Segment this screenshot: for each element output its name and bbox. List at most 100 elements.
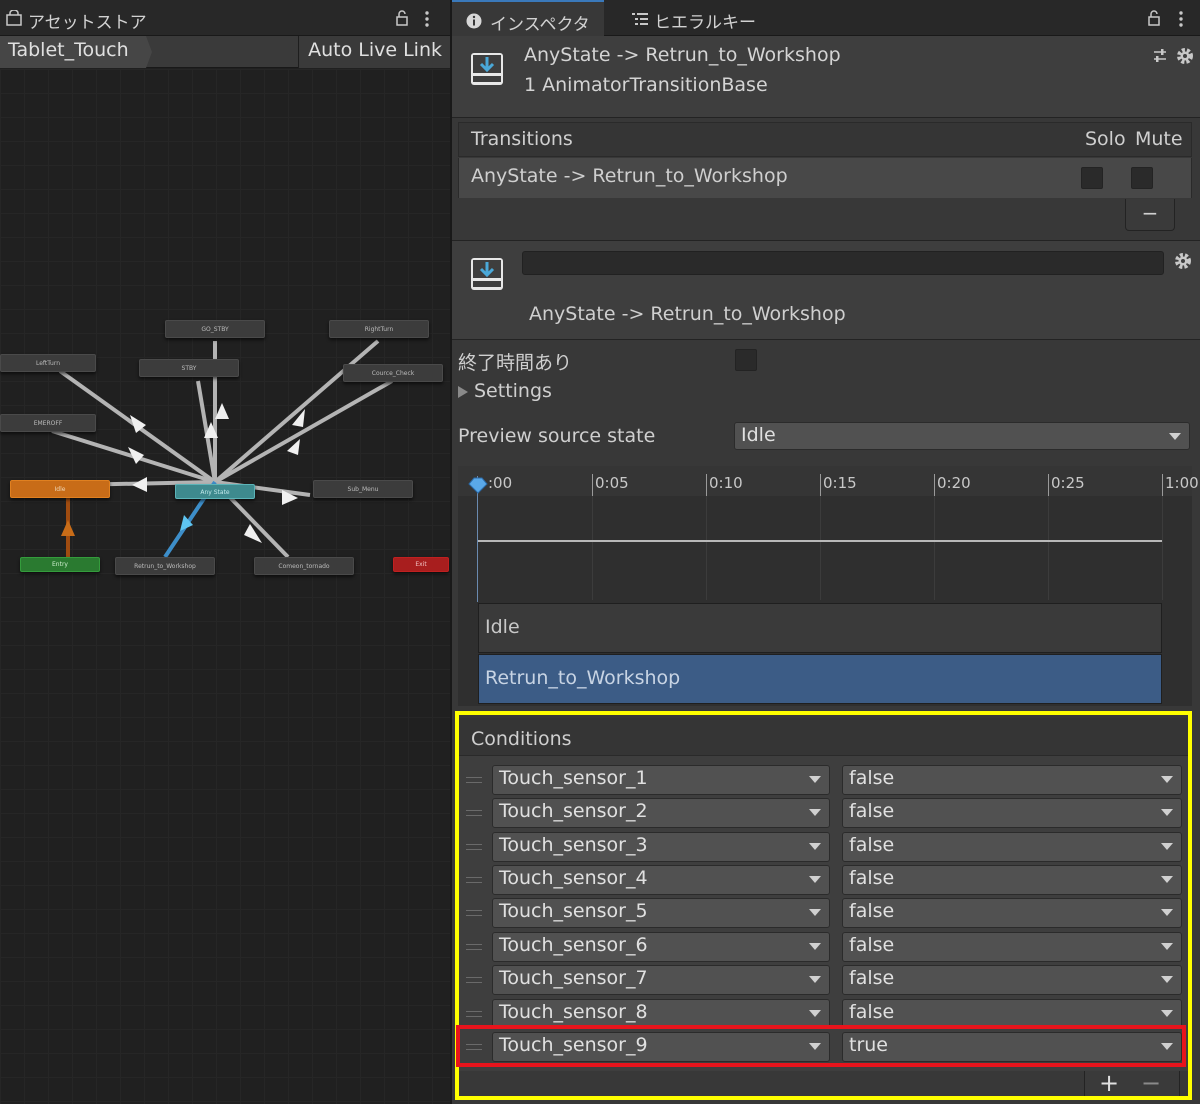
transition-row[interactable]: AnyState -> Retrun_to_Workshop <box>458 158 1192 198</box>
remove-transition-button[interactable]: − <box>1125 199 1175 231</box>
condition-value-dropdown[interactable]: false <box>842 765 1182 795</box>
condition-parameter-dropdown[interactable]: Touch_sensor_4 <box>492 865 830 895</box>
condition-row[interactable]: Touch_sensor_9 true <box>458 1032 1188 1062</box>
animator-tab-bar: アセットストア <box>0 0 450 36</box>
inspector-tab-bar: インスペクター ヒエラルキー <box>452 0 1200 60</box>
preview-source-label: Preview source state <box>458 425 656 447</box>
condition-parameter-dropdown[interactable]: Touch_sensor_7 <box>492 965 830 995</box>
lock-icon[interactable] <box>394 10 410 26</box>
gear-icon[interactable] <box>1174 252 1192 270</box>
condition-value-dropdown[interactable]: false <box>842 898 1182 928</box>
state-comeon-tornado[interactable]: Comeon_tornado <box>254 557 354 575</box>
drag-handle-icon[interactable] <box>466 1011 482 1017</box>
preset-icon[interactable] <box>1152 48 1168 64</box>
condition-row[interactable]: Touch_sensor_2 false <box>458 798 1188 828</box>
condition-value-dropdown[interactable]: false <box>842 932 1182 962</box>
condition-value-dropdown[interactable]: false <box>842 798 1182 828</box>
chevron-down-icon <box>1161 809 1173 816</box>
tab-hierarchy[interactable]: ヒエラルキー <box>620 0 770 36</box>
condition-parameter-value: Touch_sensor_3 <box>499 834 648 856</box>
mute-checkbox[interactable] <box>1131 167 1153 189</box>
condition-parameter-value: Touch_sensor_6 <box>499 934 648 956</box>
lock-icon[interactable] <box>1146 10 1162 26</box>
state-entry[interactable]: Entry <box>20 557 100 572</box>
drag-handle-icon[interactable] <box>466 910 482 916</box>
drag-handle-icon[interactable] <box>466 944 482 950</box>
condition-row[interactable]: Touch_sensor_4 false <box>458 865 1188 895</box>
chevron-down-icon <box>809 876 821 883</box>
condition-row[interactable]: Touch_sensor_8 false <box>458 999 1188 1029</box>
drag-handle-icon[interactable] <box>466 777 482 783</box>
remove-condition-button[interactable]: − <box>1141 1069 1161 1097</box>
preview-source-dropdown[interactable]: Idle <box>734 422 1190 450</box>
auto-live-link-button[interactable]: Auto Live Link <box>298 36 450 68</box>
drag-handle-icon[interactable] <box>466 1044 482 1050</box>
tick-label: 0:10 <box>709 474 743 492</box>
condition-value-dropdown[interactable]: false <box>842 832 1182 862</box>
drag-handle-icon[interactable] <box>466 844 482 850</box>
condition-row[interactable]: Touch_sensor_1 false <box>458 765 1188 795</box>
chevron-right-icon <box>458 386 468 398</box>
condition-value: false <box>849 967 895 989</box>
condition-parameter-dropdown[interactable]: Touch_sensor_1 <box>492 765 830 795</box>
state-machine-graph[interactable]: GO_STBY RightTurn LeftTurn STBY Cource_C… <box>0 69 450 1104</box>
chevron-down-icon <box>1161 943 1173 950</box>
chevron-down-icon <box>1161 1043 1173 1050</box>
settings-label: Settings <box>474 380 552 402</box>
transition-timeline[interactable]: :00 0:05 0:10 0:15 0:20 0:25 1:00 Idle R… <box>458 466 1199 706</box>
settings-foldout[interactable]: Settings <box>456 380 656 406</box>
state-emeroff[interactable]: EMEROFF <box>0 414 96 432</box>
transition-name-field[interactable] <box>522 251 1164 275</box>
condition-row[interactable]: Touch_sensor_5 false <box>458 898 1188 928</box>
add-condition-button[interactable]: + <box>1099 1069 1119 1097</box>
condition-parameter-dropdown[interactable]: Touch_sensor_6 <box>492 932 830 962</box>
has-exit-time-checkbox[interactable] <box>735 349 757 371</box>
state-stby[interactable]: STBY <box>139 359 239 377</box>
drag-handle-icon[interactable] <box>466 877 482 883</box>
chevron-down-icon <box>809 1010 821 1017</box>
condition-parameter-dropdown[interactable]: Touch_sensor_9 <box>492 1032 830 1062</box>
more-menu-icon[interactable] <box>422 10 432 28</box>
condition-value: false <box>849 867 895 889</box>
condition-parameter-dropdown[interactable]: Touch_sensor_3 <box>492 832 830 862</box>
chevron-down-icon <box>1169 433 1181 440</box>
more-menu-icon[interactable] <box>1176 10 1186 28</box>
destination-state-bar[interactable]: Retrun_to_Workshop <box>478 654 1162 704</box>
state-any-state[interactable]: Any State <box>175 484 255 499</box>
transition-lines <box>51 339 393 559</box>
state-right-turn[interactable]: RightTurn <box>329 320 429 338</box>
condition-value-dropdown[interactable]: true <box>842 1032 1182 1062</box>
condition-parameter-value: Touch_sensor_9 <box>499 1034 648 1056</box>
tab-inspector[interactable]: インスペクター <box>452 0 604 60</box>
state-sub-menu[interactable]: Sub_Menu <box>313 480 413 498</box>
condition-parameter-value: Touch_sensor_1 <box>499 767 648 789</box>
condition-value-dropdown[interactable]: false <box>842 999 1182 1029</box>
state-cource-check[interactable]: Cource_Check <box>343 364 443 382</box>
tick-label: 0:20 <box>937 474 971 492</box>
animator-toolbar: Tablet_Touch Auto Live Link <box>0 36 450 68</box>
state-exit[interactable]: Exit <box>393 557 449 572</box>
condition-parameter-dropdown[interactable]: Touch_sensor_5 <box>492 898 830 928</box>
condition-parameter-dropdown[interactable]: Touch_sensor_8 <box>492 999 830 1029</box>
condition-value-dropdown[interactable]: false <box>842 965 1182 995</box>
condition-parameter-dropdown[interactable]: Touch_sensor_2 <box>492 798 830 828</box>
animator-tab-title[interactable]: アセットストア <box>28 8 147 33</box>
state-idle[interactable]: Idle <box>10 480 110 498</box>
drag-handle-icon[interactable] <box>466 977 482 983</box>
breadcrumb[interactable]: Tablet_Touch <box>0 36 152 68</box>
drag-handle-icon[interactable] <box>466 810 482 816</box>
condition-row[interactable]: Touch_sensor_6 false <box>458 932 1188 962</box>
state-retrun-to-workshop[interactable]: Retrun_to_Workshop <box>115 557 215 575</box>
gear-icon[interactable] <box>1176 47 1194 65</box>
mute-label: Mute <box>1135 128 1183 150</box>
list-icon <box>632 13 648 25</box>
state-go-stby[interactable]: GO_STBY <box>165 320 265 338</box>
playhead-marker-icon[interactable] <box>468 476 488 494</box>
source-state-bar[interactable]: Idle <box>478 603 1162 653</box>
state-left-turn[interactable]: LeftTurn <box>0 354 96 372</box>
solo-checkbox[interactable] <box>1081 167 1103 189</box>
condition-value-dropdown[interactable]: false <box>842 865 1182 895</box>
condition-value: false <box>849 834 895 856</box>
condition-row[interactable]: Touch_sensor_7 false <box>458 965 1188 995</box>
condition-row[interactable]: Touch_sensor_3 false <box>458 832 1188 862</box>
